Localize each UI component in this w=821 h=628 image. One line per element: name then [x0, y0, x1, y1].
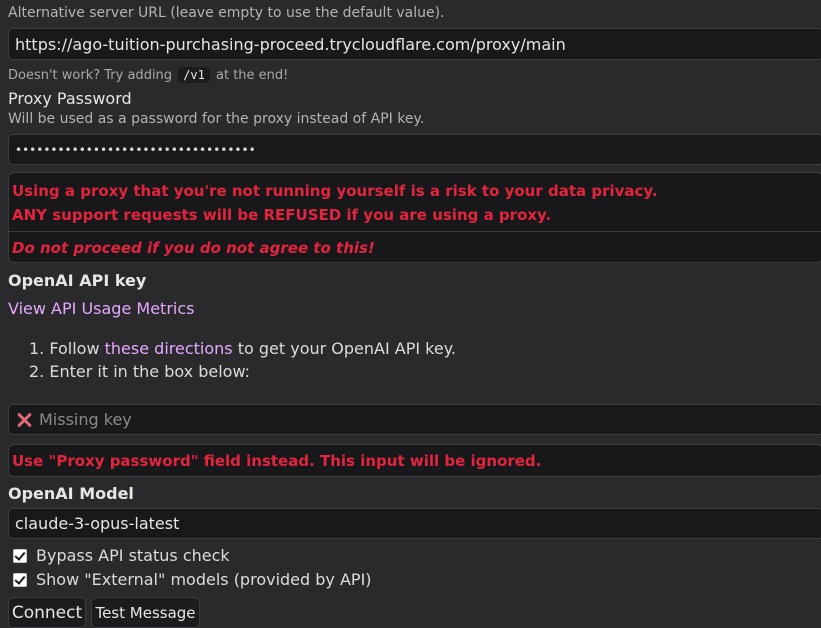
api-key-input[interactable]: Missing key: [8, 404, 821, 435]
connect-button[interactable]: Connect: [8, 597, 86, 628]
instruction-step-2: 2. Enter it in the box below:: [29, 362, 251, 381]
server-url-value: https://ago-tuition-purchasing-proceed.t…: [15, 34, 566, 54]
proxy-password-masked: ••••••••••••••••••••••••••••••••••: [15, 142, 256, 157]
show-external-models-row[interactable]: Show "External" models (provided by API): [13, 570, 372, 589]
model-title: OpenAI Model: [8, 484, 134, 503]
warning-line-support: ANY support requests will be REFUSED if …: [12, 206, 552, 224]
server-url-hint: Doesn't work? Try adding /v1 at the end!: [8, 67, 288, 83]
instruction-step-1: 1. Follow these directions to get your O…: [29, 339, 456, 358]
api-connection-panel: Alternative server URL (leave empty to u…: [0, 0, 821, 628]
model-value: claude-3-opus-latest: [15, 514, 180, 533]
api-key-ignored-box: Use "Proxy password" field instead. This…: [8, 444, 821, 477]
hint-text-before: Doesn't work? Try adding: [8, 68, 173, 83]
hint-code: /v1: [178, 67, 210, 83]
hint-text-after: at the end!: [216, 68, 289, 83]
directions-link[interactable]: these directions: [105, 339, 233, 358]
warning-line-privacy: Using a proxy that you're not running yo…: [12, 182, 658, 200]
proxy-warning-box: Using a proxy that you're not running yo…: [8, 172, 821, 263]
api-key-ignored-warning: Use "Proxy password" field instead. This…: [12, 452, 542, 470]
bypass-status-label: Bypass API status check: [36, 546, 230, 565]
step1-suffix: to get your OpenAI API key.: [237, 339, 456, 358]
proxy-password-input[interactable]: ••••••••••••••••••••••••••••••••••: [8, 134, 821, 165]
proxy-password-description: Will be used as a password for the proxy…: [8, 111, 425, 127]
server-url-label: Alternative server URL (leave empty to u…: [8, 5, 445, 21]
test-message-button[interactable]: Test Message: [91, 597, 200, 628]
show-external-models-checkbox[interactable]: [13, 572, 27, 587]
proxy-password-title: Proxy Password: [8, 89, 132, 108]
warning-divider: [9, 231, 821, 232]
step1-prefix: 1. Follow: [29, 339, 100, 358]
api-key-missing-placeholder: Missing key: [39, 410, 132, 429]
model-input[interactable]: claude-3-opus-latest: [8, 508, 821, 539]
bypass-status-check-row[interactable]: Bypass API status check: [13, 546, 230, 565]
api-key-title: OpenAI API key: [8, 271, 147, 290]
show-external-models-label: Show "External" models (provided by API): [36, 570, 372, 589]
warning-line-agree: Do not proceed if you do not agree to th…: [12, 239, 375, 257]
x-mark-icon: [15, 411, 33, 429]
view-usage-metrics-link[interactable]: View API Usage Metrics: [8, 299, 194, 318]
server-url-input[interactable]: https://ago-tuition-purchasing-proceed.t…: [8, 28, 821, 60]
bypass-status-checkbox[interactable]: [13, 548, 27, 563]
